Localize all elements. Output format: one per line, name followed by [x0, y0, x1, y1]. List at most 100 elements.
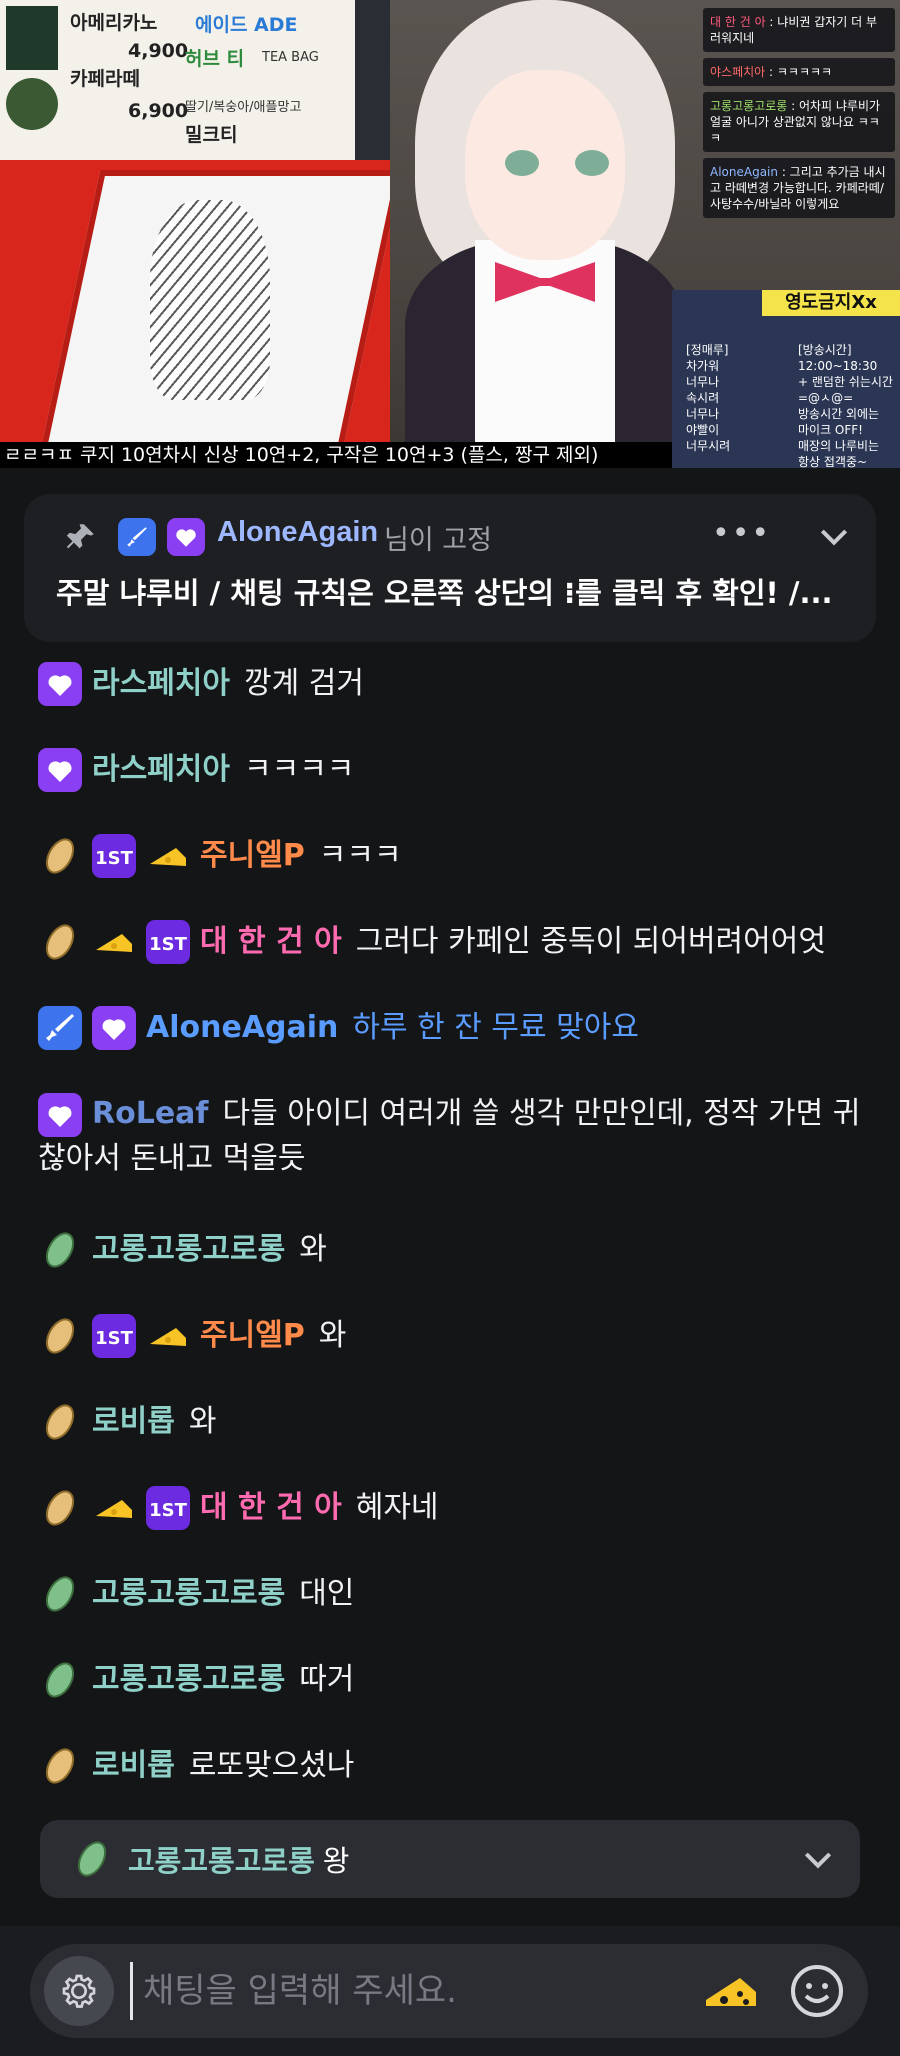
gear-icon — [62, 1974, 96, 2008]
schedule-line: 12:00~18:30 — [798, 359, 878, 373]
schedule-title: 영도금지Xx — [762, 290, 900, 316]
overlay-chat-name: AloneAgain — [710, 165, 778, 179]
chat-input-bar — [0, 1926, 900, 2056]
vtuber-avatar — [395, 0, 695, 455]
chat-input-field[interactable] — [130, 1962, 690, 2020]
chat-username[interactable]: 고롱고롱고로롱 — [92, 1662, 285, 1697]
manga-panel — [0, 160, 390, 442]
chat-text: 와 — [299, 1232, 327, 1267]
chat-input-container — [30, 1944, 868, 2038]
schedule-line: 항상 접객중~ — [798, 455, 868, 468]
svg-text:1ST: 1ST — [95, 848, 133, 869]
schedule-line: =@ㅅ@= — [798, 391, 854, 405]
avatar-eye-right — [575, 150, 609, 176]
chat-message: 라스페치아 깡계 검거 — [38, 662, 868, 706]
chat-text: ㅋㅋㅋ — [318, 838, 402, 873]
chat-text: 따거 — [299, 1662, 355, 1697]
cheese-badge-icon — [146, 1314, 190, 1358]
svg-text:1ST: 1ST — [95, 1328, 133, 1349]
chat-username[interactable]: 라스페치아 — [92, 752, 230, 787]
chat-text: 혜자네 — [355, 1490, 439, 1525]
schedule-right-column: [방송시간] 12:00~18:30 + 랜덤한 쉬는시간 =@ㅅ@= 방송시간… — [798, 342, 893, 468]
chat-message: 라스페치아 ㅋㅋㅋㅋ — [38, 748, 868, 792]
seed-badge-icon — [38, 1400, 82, 1444]
overlay-chat-message: AloneAgain : 그리고 추가금 내시고 라떼변경 가능합니다. 카페라… — [703, 158, 895, 218]
smiley-icon — [791, 1965, 843, 2017]
stream-ticker: ㄹㄹㅋㅍ 쿠지 10연차시 신상 10연+2, 구작은 10연+3 (플스, 짱… — [0, 442, 672, 468]
chat-message: 고롱고롱고로롱 와 — [38, 1228, 868, 1272]
seed-badge-icon — [70, 1837, 114, 1881]
cheese-icon — [706, 1978, 756, 2006]
first-place-badge-icon: 1ST — [146, 1486, 190, 1530]
schedule-line: 매장의 나루비는 — [798, 439, 880, 453]
seed-badge-icon — [38, 1658, 82, 1702]
overlay-chat-name: 대 한 건 아 — [710, 15, 766, 29]
svg-text:1ST: 1ST — [149, 1500, 187, 1521]
cheese-badge-icon — [92, 920, 136, 964]
award-seal — [6, 78, 58, 130]
menu-item-latte: 카페라떼 — [70, 68, 140, 90]
schedule-line: [방송시간] — [798, 343, 852, 357]
menu-item-tea-sub: TEA BAG — [262, 50, 319, 65]
chat-username[interactable]: 주니엘P — [200, 838, 305, 873]
chat-username[interactable]: 라스페치아 — [92, 666, 230, 701]
chat-username[interactable]: 고롱고롱고로롱 — [92, 1232, 285, 1267]
pinned-notice[interactable]: AloneAgain 님이 고정 ••• 주말 냐루비 / 채팅 규칙은 오른쪽… — [24, 494, 876, 642]
cheese-donation-button[interactable] — [700, 1960, 762, 2022]
pinned-author-name[interactable]: AloneAgain — [217, 516, 378, 549]
stream-video[interactable]: 아메리카노 4,900 카페라떼 6,900 에이드 ADE 허브 티 TEA … — [0, 0, 900, 468]
schedule-line: 마이크 OFF! — [798, 423, 863, 437]
chat-message: 1ST 주니엘P 와 — [38, 1314, 868, 1358]
chat-username[interactable]: 대 한 건 아 — [200, 1490, 342, 1525]
chevron-down-icon[interactable] — [814, 516, 854, 556]
chat-username[interactable]: 대 한 건 아 — [200, 924, 342, 959]
more-options-icon[interactable]: ••• — [712, 516, 771, 551]
overlay-chat-name: 고롱고롱고로롱 — [710, 99, 788, 113]
chevron-down-icon[interactable] — [798, 1839, 838, 1879]
schedule-line: 너무나 — [686, 407, 720, 421]
chat-username[interactable]: 로비롭 — [92, 1404, 175, 1439]
pinned-suffix: 님이 고정 — [384, 525, 492, 556]
chat-message: 1ST 주니엘P ㅋㅋㅋ — [38, 834, 868, 878]
menu-item-syrups: 딸기/복숭아/애플망고 — [185, 100, 302, 115]
chat-username[interactable]: 로비롭 — [92, 1748, 175, 1783]
subscriber-heart-icon — [167, 518, 205, 556]
first-place-badge-icon: 1ST — [92, 834, 136, 878]
chat-username[interactable]: 주니엘P — [200, 1318, 305, 1353]
chat-text: 로또맞으셨나 — [188, 1748, 355, 1783]
latest-message-preview[interactable]: 고롱고롱고로롱 왕 — [40, 1820, 860, 1898]
chat-text: 와 — [188, 1404, 217, 1439]
schedule-line: 속시려 — [686, 391, 720, 405]
subscriber-heart-icon — [38, 748, 82, 792]
settings-button[interactable] — [44, 1956, 114, 2026]
schedule-line: + 랜덤한 쉬는시간 — [798, 375, 893, 389]
chat-username[interactable]: RoLeaf — [92, 1096, 208, 1131]
schedule-line: 너무시려 — [686, 439, 731, 453]
first-place-badge-icon: 1ST — [146, 920, 190, 964]
subscriber-heart-icon — [38, 662, 82, 706]
chat-text: 하루 한 잔 무료 맞아요 — [352, 1010, 639, 1045]
chat-text: 대인 — [299, 1576, 355, 1611]
seed-badge-icon — [38, 1572, 82, 1616]
schedule-line: 야빨이 — [686, 423, 720, 437]
menu-item-ade: 에이드 ADE — [195, 14, 298, 36]
schedule-line: 차가워 — [686, 359, 720, 373]
schedule-line: [정매루] — [686, 343, 729, 357]
chat-message: RoLeaf 다들 아이디 여러개 쓸 생각 만만인데, 정작 가면 귀찮아서 돈… — [38, 1092, 868, 1181]
manga-figure — [150, 200, 270, 400]
chat-text: 그러다 카페인 중독이 되어버려어어엇 — [355, 924, 826, 959]
chat-username[interactable]: AloneAgain — [146, 1010, 338, 1045]
seed-badge-icon — [38, 834, 82, 878]
chat-message: 1ST 대 한 건 아 혜자네 — [38, 1486, 868, 1530]
emoji-button[interactable] — [786, 1960, 848, 2022]
seed-badge-icon — [38, 920, 82, 964]
chat-username[interactable]: 고롱고롱고로롱 — [92, 1576, 285, 1611]
first-place-badge-icon: 1ST — [92, 1314, 136, 1358]
schedule-line: 방송시간 외에는 — [798, 407, 880, 421]
preview-text: 왕 — [322, 1844, 350, 1878]
schedule-line: 너무나 — [686, 375, 720, 389]
schedule-panel: 영도금지Xx [정매루] 차가워 너무나 속시려 너무나 야빨이 너무시려 [방… — [672, 290, 900, 468]
seed-badge-icon — [38, 1228, 82, 1272]
chat-list[interactable]: 라스페치아 깡계 검거 라스페치아 ㅋㅋㅋㅋ 1ST 주니엘P ㅋㅋㅋ 1ST 대 한… — [0, 660, 900, 1930]
menu-price-americano: 4,900 — [128, 40, 189, 62]
